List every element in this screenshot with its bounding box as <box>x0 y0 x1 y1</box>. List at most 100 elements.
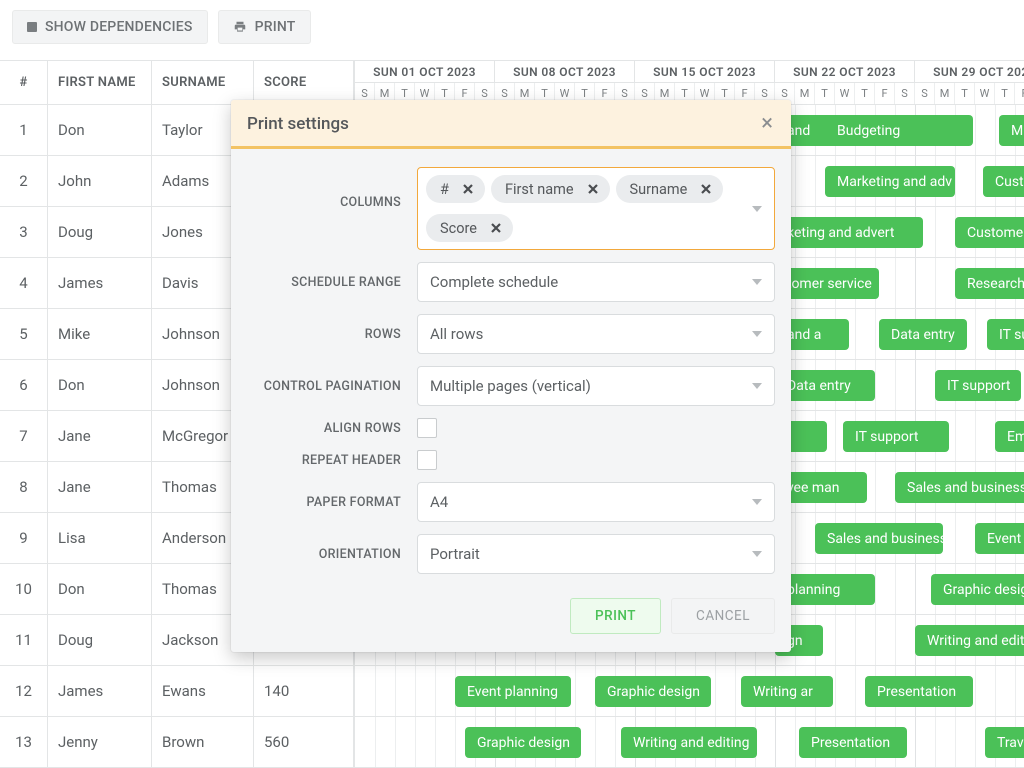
gantt-event[interactable]: Event planning <box>455 676 571 707</box>
confirm-print-button[interactable]: PRINT <box>570 598 661 634</box>
gantt-event[interactable]: Marketing and adv <box>825 166 955 197</box>
gantt-event[interactable]: IT sup <box>987 319 1024 350</box>
remove-tag-icon[interactable] <box>459 180 477 198</box>
column-tag: # <box>426 175 485 203</box>
timeline-row[interactable]: Event planning Graphic design Writing ar Pr… <box>355 666 1024 717</box>
tag-label: Surname <box>630 181 688 198</box>
cell-firstname: Don <box>48 105 152 156</box>
gantt-event[interactable]: Graphic design <box>465 727 581 758</box>
tag-label: Score <box>440 220 477 237</box>
gantt-event[interactable]: keting and advert <box>775 217 923 248</box>
timeline-day-header: T <box>955 83 975 104</box>
gantt-event[interactable]: Graphic design <box>595 676 711 707</box>
timeline-row[interactable]: Graphic design Writing and editing Present… <box>355 717 1024 768</box>
cell-firstname: Jenny <box>48 717 152 768</box>
row-index: 11 <box>0 615 48 666</box>
gantt-event[interactable]: IT support <box>843 421 949 452</box>
gantt-event[interactable]: M <box>999 115 1024 146</box>
print-button[interactable]: PRINT <box>218 10 311 44</box>
paper-select[interactable]: A4 <box>417 482 775 522</box>
orientation-select[interactable]: Portrait <box>417 534 775 574</box>
timeline-day-header: T <box>815 83 835 104</box>
cell-firstname: Jane <box>48 462 152 513</box>
range-select[interactable]: Complete schedule <box>417 262 775 302</box>
row-index: 10 <box>0 564 48 615</box>
cell-surname: Brown <box>152 717 254 768</box>
close-icon[interactable]: × <box>759 113 775 135</box>
gantt-event[interactable]: Budgeting <box>825 115 973 146</box>
remove-tag-icon[interactable] <box>697 180 715 198</box>
chevron-down-icon <box>752 331 762 337</box>
col-num-header[interactable]: # <box>0 61 48 105</box>
gantt-event[interactable]: Data entry <box>879 319 967 350</box>
timeline-day-header: M <box>935 83 955 104</box>
cell-surname: Ewans <box>152 666 254 717</box>
chevron-down-icon <box>752 383 762 389</box>
timeline-week-header[interactable]: SUN 22 OCT 2023 <box>775 61 915 82</box>
show-dep-label: SHOW DEPENDENCIES <box>45 19 193 35</box>
cell-firstname: Don <box>48 564 152 615</box>
col-score-header[interactable]: SCORE <box>254 61 354 105</box>
timeline-day-header: W <box>835 83 855 104</box>
gantt-event[interactable]: Cust <box>983 166 1024 197</box>
row-index: 12 <box>0 666 48 717</box>
cell-firstname: Doug <box>48 207 152 258</box>
timeline-week-header[interactable]: SUN 29 OCT 2023 <box>915 61 1024 82</box>
remove-tag-icon[interactable] <box>487 219 505 237</box>
columns-multiselect[interactable]: #First name Surname Score <box>417 167 775 250</box>
col-surname-header[interactable]: SURNAME <box>152 61 254 105</box>
row-index: 4 <box>0 258 48 309</box>
chevron-down-icon <box>752 551 762 557</box>
cell-firstname: James <box>48 258 152 309</box>
row-index: 8 <box>0 462 48 513</box>
remove-tag-icon[interactable] <box>584 180 602 198</box>
col-firstname-header[interactable]: FIRST NAME <box>48 61 152 105</box>
gantt-event[interactable]: Trave <box>985 727 1024 758</box>
gantt-event[interactable]: Sales and business d <box>895 472 1024 503</box>
gantt-event[interactable]: Event pl <box>975 523 1024 554</box>
gantt-event[interactable]: IT support <box>935 370 1021 401</box>
align-rows-checkbox[interactable] <box>417 418 437 438</box>
row-index: 5 <box>0 309 48 360</box>
cell-firstname: John <box>48 156 152 207</box>
repeat-header-checkbox[interactable] <box>417 450 437 470</box>
timeline-day-header: T <box>995 83 1015 104</box>
gantt-event[interactable]: Writing and editing <box>621 727 757 758</box>
cell-score: 560 <box>254 717 354 768</box>
repeat-label: REPEAT HEADER <box>247 453 417 468</box>
row-index: 3 <box>0 207 48 258</box>
print-icon <box>233 20 247 34</box>
timeline-week-header[interactable]: SUN 01 OCT 2023 <box>355 61 495 82</box>
pagination-select[interactable]: Multiple pages (vertical) <box>417 366 775 406</box>
gantt-event[interactable]: Graphic design <box>931 574 1024 605</box>
gantt-event[interactable]: Em <box>995 421 1024 452</box>
table-row[interactable]: 13JennyBrown560 <box>0 717 354 768</box>
row-index: 13 <box>0 717 48 768</box>
gantt-event[interactable]: Presentation <box>799 727 907 758</box>
cell-firstname: Doug <box>48 615 152 666</box>
gantt-event[interactable]: Customer s <box>955 217 1024 248</box>
rows-select[interactable]: All rows <box>417 314 775 354</box>
cancel-button[interactable]: CANCEL <box>671 598 775 634</box>
chevron-down-icon <box>752 499 762 505</box>
gantt-event[interactable]: Sales and business <box>815 523 943 554</box>
column-tag: Surname <box>616 175 724 203</box>
paper-label: PAPER FORMAT <box>247 495 417 510</box>
gantt-event[interactable]: Research a <box>955 268 1024 299</box>
row-index: 2 <box>0 156 48 207</box>
gantt-event[interactable]: Writing ar <box>741 676 833 707</box>
column-tag: First name <box>491 175 610 203</box>
cell-firstname: Lisa <box>48 513 152 564</box>
chevron-down-icon <box>752 206 762 212</box>
orientation-label: ORIENTATION <box>247 547 417 562</box>
show-dependencies-button[interactable]: SHOW DEPENDENCIES <box>12 10 208 44</box>
table-row[interactable]: 12JamesEwans140 <box>0 666 354 717</box>
gantt-event[interactable]: Writing and editin <box>915 625 1024 656</box>
timeline-week-header[interactable]: SUN 08 OCT 2023 <box>495 61 635 82</box>
timeline-day-header: S <box>915 83 935 104</box>
gantt-event[interactable]: Presentation <box>865 676 973 707</box>
print-label: PRINT <box>255 19 296 35</box>
timeline-week-header[interactable]: SUN 15 OCT 2023 <box>635 61 775 82</box>
row-index: 7 <box>0 411 48 462</box>
timeline-day-header: M <box>795 83 815 104</box>
